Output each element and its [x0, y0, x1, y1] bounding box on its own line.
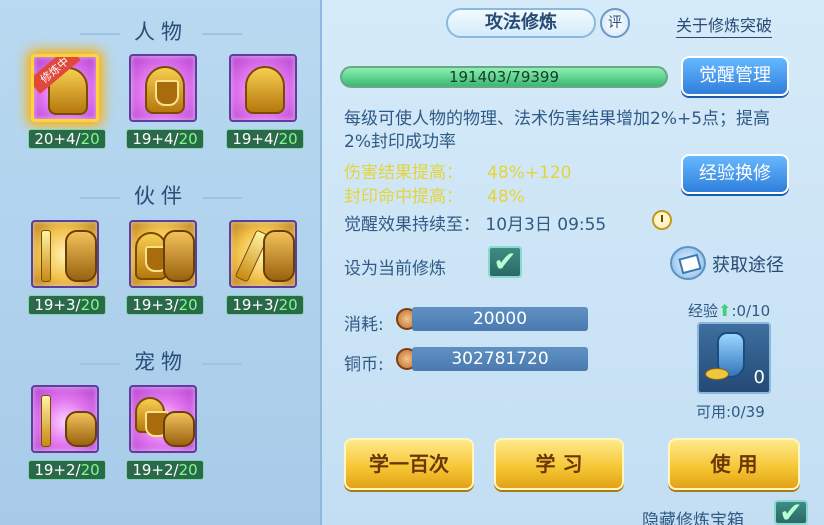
training-item-slot[interactable]: 0 [697, 322, 771, 394]
coins-value: 302781720 [412, 347, 588, 371]
consume-label: 消耗: [344, 315, 384, 335]
character-slot-2[interactable]: 19+4/20 [126, 54, 204, 154]
title-decoration [80, 362, 120, 365]
exp-progress-bar: 191403/79399 [340, 66, 668, 88]
character-slot-3[interactable]: 19+4/20 [226, 54, 304, 154]
slot-level: 19+3/20 [226, 295, 304, 315]
cat-icon [163, 411, 195, 447]
clock-icon [652, 210, 672, 230]
training-description: 每级可使人物的物理、法术伤害结果增加2%+5点；提高2%封印成功率 [344, 109, 771, 152]
lion-icon [263, 230, 295, 282]
stat-key: 伤害结果提高： [344, 163, 463, 183]
shield-figure-icon [145, 66, 185, 114]
partner-slot-3[interactable]: 19+3/20 [226, 220, 304, 320]
item-exp-label: 经验⬆:0/10 [688, 301, 771, 320]
cat-icon [65, 411, 97, 447]
title-decoration [80, 32, 120, 35]
hide-chest-label: 隐藏修炼宝箱 [642, 511, 744, 525]
slot-level: 19+4/20 [126, 129, 204, 149]
slot-level: 19+4/20 [226, 129, 304, 149]
pet-section-title: 宠物 [0, 346, 322, 376]
slot-level: 19+3/20 [28, 295, 106, 315]
character-figure-icon [245, 66, 285, 114]
character-section-title: 人物 [0, 16, 322, 46]
character-slot-1[interactable]: 修炼中 20+4/20 [28, 54, 106, 154]
awaken-duration-text: 觉醒效果持续至： 10月3日 09:55 [344, 215, 607, 235]
use-button[interactable]: 使 用 [668, 438, 800, 490]
title-decoration [202, 196, 242, 199]
learn-hundred-button[interactable]: 学一百次 [344, 438, 474, 490]
slot-tile[interactable] [31, 220, 99, 288]
pet-slot-2[interactable]: 19+2/20 [126, 385, 204, 485]
slot-tile[interactable] [229, 54, 297, 122]
character-title-text: 人物 [134, 20, 188, 44]
set-current-checkbox[interactable]: ✔ [488, 246, 522, 278]
shield-icon [135, 397, 169, 437]
partner-section-title: 伙伴 [0, 180, 322, 210]
coins-label: 铜币: [344, 355, 384, 375]
partner-title-text: 伙伴 [134, 184, 188, 208]
slot-tile[interactable] [129, 54, 197, 122]
progress-text: 191403/79399 [448, 68, 560, 86]
pet-slot-1[interactable]: 19+2/20 [28, 385, 106, 485]
exp-exchange-button[interactable]: 经验换修 [681, 154, 789, 194]
slot-level: 19+3/20 [126, 295, 204, 315]
stat-damage: 伤害结果提高： 48%+120 [344, 162, 571, 184]
gold-pile-icon [705, 368, 729, 380]
training-type-title: 攻法修炼 [446, 8, 596, 38]
partner-slot-1[interactable]: 19+3/20 [28, 220, 106, 320]
up-arrow-icon: ⬆ [718, 301, 732, 320]
slot-tile[interactable] [229, 220, 297, 288]
stat-seal: 封印命中提高： 48% [344, 186, 525, 208]
item-available-label: 可用:0/39 [696, 403, 765, 421]
awaken-manage-button[interactable]: 觉醒管理 [681, 56, 789, 96]
lion-icon [163, 230, 195, 282]
pet-title-text: 宠物 [134, 350, 188, 374]
stat-value: 48%+120 [487, 163, 572, 183]
lion-icon [65, 230, 97, 282]
learn-button[interactable]: 学 习 [494, 438, 624, 490]
stat-value: 48% [487, 187, 525, 207]
sword-icon [41, 395, 51, 447]
slot-level: 19+2/20 [28, 460, 106, 480]
hide-chest-checkbox[interactable]: ✔ [774, 499, 808, 525]
title-decoration [80, 196, 120, 199]
title-decoration [202, 32, 242, 35]
slot-tile[interactable]: 修炼中 [31, 54, 99, 122]
obtain-source-link[interactable]: 获取途径 [712, 251, 784, 277]
item-count: 0 [753, 367, 765, 388]
sword-icon [41, 230, 51, 282]
slot-level: 19+2/20 [126, 460, 204, 480]
eval-icon[interactable]: 评 [600, 8, 630, 38]
stat-key: 封印命中提高： [344, 187, 463, 207]
slot-level: 20+4/20 [28, 129, 106, 149]
about-breakthrough-link[interactable]: 关于修炼突破 [676, 12, 773, 38]
obtain-source-icon[interactable] [670, 246, 706, 280]
training-slots-panel: 人物 修炼中 20+4/20 19+4/20 19+4/20 伙伴 19+3/2… [0, 0, 322, 525]
partner-slot-2[interactable]: 19+3/20 [126, 220, 204, 320]
set-current-label: 设为当前修炼 [344, 259, 446, 279]
slot-tile[interactable] [31, 385, 99, 453]
consume-value: 20000 [412, 307, 588, 331]
title-decoration [202, 362, 242, 365]
slot-tile[interactable] [129, 220, 197, 288]
slot-tile[interactable] [129, 385, 197, 453]
